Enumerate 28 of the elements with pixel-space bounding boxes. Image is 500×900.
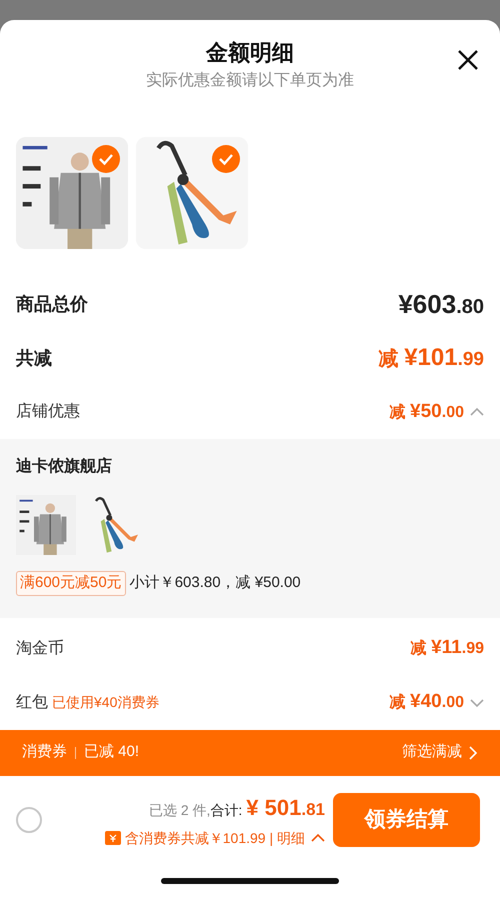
total-price: ¥ 501.81 xyxy=(246,794,325,822)
close-button[interactable] xyxy=(456,48,480,72)
promo-tag: 满600元减50元 xyxy=(16,571,126,596)
row-label: 红包 xyxy=(16,692,48,712)
banner-message: 已减 40! xyxy=(84,742,140,762)
amount-text: 减 ¥40.00 xyxy=(390,690,464,714)
amount-text: 减 ¥101.99 xyxy=(378,343,484,373)
row-note: 已使用¥40消费券 xyxy=(52,692,160,712)
coupon-icon xyxy=(104,831,121,845)
row-label: 共减 xyxy=(16,346,52,370)
amount-text: 减 ¥11.99 xyxy=(410,636,484,660)
filter-link[interactable]: 筛选满减 xyxy=(402,741,478,764)
banner-label: 消费券 xyxy=(22,742,67,762)
sheet-subtitle: 实际优惠金额请以下单页为准 xyxy=(146,70,354,91)
total-label: 合计: xyxy=(210,800,242,820)
sheet-title: 金额明细 xyxy=(206,39,294,67)
selected-count: 已选 2 件, xyxy=(148,800,210,820)
store-name: 迪卡侬旗舰店 xyxy=(16,456,113,477)
checkout-button[interactable]: 领券结算 xyxy=(333,792,480,846)
row-label: 淘金币 xyxy=(16,638,64,658)
amount-text: ¥603.80 xyxy=(398,288,484,320)
select-all-radio[interactable] xyxy=(16,806,42,832)
chevron-right-icon xyxy=(468,746,478,760)
row-label: 商品总价 xyxy=(16,292,88,316)
amount-text: 减 ¥50.00 xyxy=(390,400,464,424)
savings-detail-link[interactable]: 含消费券共减￥101.99 | 明细 xyxy=(124,828,305,848)
subtotal-text: 小计￥603.80，减 ¥50.00 xyxy=(130,573,301,593)
row-label: 店铺优惠 xyxy=(16,402,80,422)
